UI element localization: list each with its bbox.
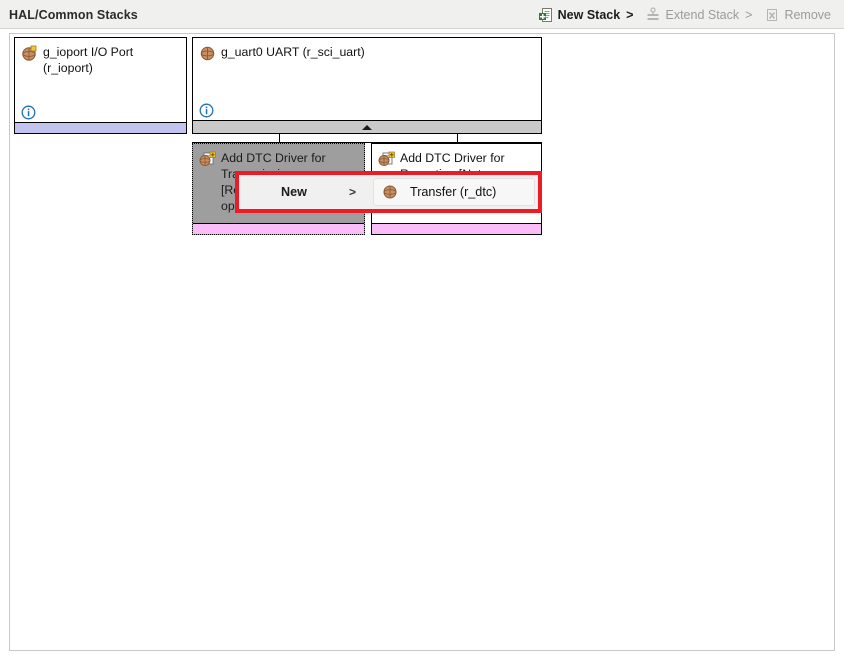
remove-button[interactable]: Remove <box>758 5 837 24</box>
stack-block-title: g_uart0 UART (r_sci_uart) <box>221 45 365 59</box>
stack-block-expander[interactable] <box>193 120 541 133</box>
stack-block-uart0[interactable]: g_uart0 UART (r_sci_uart) <box>192 37 542 134</box>
module-icon <box>21 45 38 62</box>
remove-icon <box>764 7 780 23</box>
extend-stack-label: Extend Stack <box>665 7 740 22</box>
header-toolbar: New Stack > Extend Stack > Remove <box>532 5 837 24</box>
chevron-up-icon <box>362 124 372 130</box>
info-icon[interactable] <box>21 105 36 120</box>
stack-block-footer <box>15 122 186 133</box>
extend-stack-button[interactable]: Extend Stack > <box>639 5 758 24</box>
panel-header: HAL/Common Stacks New Stack > Extend Sta… <box>0 0 844 29</box>
extend-stack-arrow: > <box>745 7 753 22</box>
add-module-icon <box>199 151 216 168</box>
new-stack-arrow: > <box>626 7 634 22</box>
stack-block-title: g_ioport I/O Port (r_ioport) <box>43 45 134 75</box>
stack-block-ioport[interactable]: g_ioport I/O Port (r_ioport) <box>14 37 187 134</box>
remove-label: Remove <box>784 7 831 22</box>
highlight-annotation <box>235 171 542 213</box>
stack-block-footer <box>372 223 541 234</box>
page-title: HAL/Common Stacks <box>9 8 138 22</box>
info-icon[interactable] <box>199 103 214 118</box>
new-stack-button[interactable]: New Stack > <box>532 5 640 24</box>
add-module-icon <box>378 151 395 168</box>
stack-block-footer <box>193 223 364 234</box>
new-stack-label: New Stack <box>557 7 621 22</box>
new-stack-icon <box>538 7 554 23</box>
stacks-canvas[interactable]: g_ioport I/O Port (r_ioport) g_uart0 UAR… <box>9 33 835 651</box>
extend-stack-icon <box>645 6 661 23</box>
module-icon <box>199 45 216 62</box>
